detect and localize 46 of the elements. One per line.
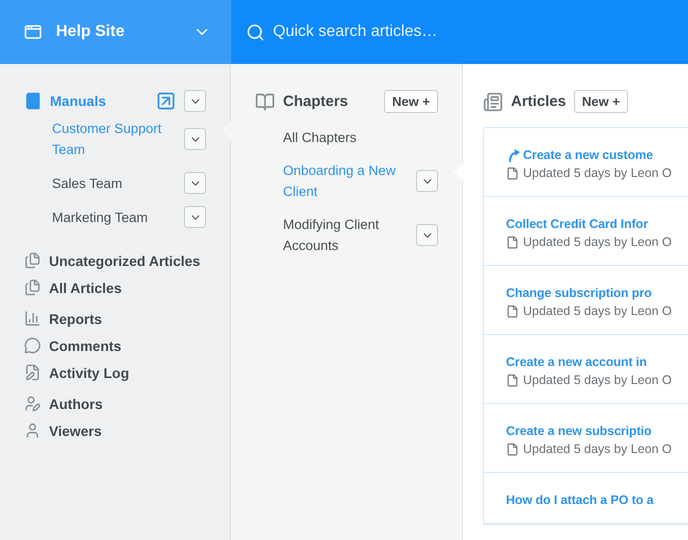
sidebar-item[interactable]: All Articles xyxy=(24,279,206,296)
menu-button[interactable] xyxy=(184,206,206,228)
files-icon xyxy=(24,279,41,296)
open-book-icon xyxy=(255,92,275,112)
sidebar-item[interactable]: Viewers xyxy=(24,422,206,439)
sidebar-item[interactable]: Uncategorized Articles xyxy=(24,252,206,269)
document-icon xyxy=(506,374,519,386)
sidebar-item[interactable]: Reports xyxy=(24,310,206,327)
person-icon xyxy=(24,422,41,439)
document-icon xyxy=(506,442,519,456)
book-icon xyxy=(24,92,42,110)
bar-chart-icon xyxy=(24,310,41,327)
chapter-item[interactable]: All Chapters xyxy=(283,127,438,148)
manual-item[interactable]: Sales Team xyxy=(52,172,176,194)
article-meta: Updated 5 days by Leon O xyxy=(523,304,672,318)
article-meta: Updated 5 days by Leon O xyxy=(523,442,672,456)
window-icon xyxy=(24,23,42,41)
panel-title: Chapters xyxy=(283,93,350,110)
search-icon xyxy=(246,22,265,42)
article-meta: Updated 5 days by Leon O xyxy=(523,166,672,180)
document-icon xyxy=(506,166,519,180)
newspaper-icon xyxy=(483,92,503,112)
article-meta: Updated 5 days by Leon O xyxy=(523,373,672,387)
sidebar-item[interactable]: Activity Log xyxy=(24,364,206,381)
sidebar-item[interactable]: Authors xyxy=(24,395,206,412)
menu-button[interactable] xyxy=(184,90,206,112)
new-button[interactable]: New + xyxy=(384,90,438,113)
menu-button[interactable] xyxy=(184,172,206,194)
article-meta: Updated 5 days by Leon O xyxy=(523,235,672,249)
chapter-item[interactable]: Modifying Client Accounts xyxy=(283,214,408,256)
menu-button[interactable] xyxy=(416,224,438,246)
panel-title: Articles xyxy=(511,93,566,110)
menu-button[interactable] xyxy=(416,170,438,192)
sidebar-item[interactable]: Comments xyxy=(24,337,206,354)
person-pen-icon xyxy=(24,395,41,412)
document-icon xyxy=(506,304,519,318)
search-field[interactable]: Quick search articles… xyxy=(232,0,688,64)
external-link-icon[interactable] xyxy=(156,91,176,111)
document-pen-icon xyxy=(24,364,41,381)
new-button[interactable]: New + xyxy=(574,90,628,113)
menu-button[interactable] xyxy=(184,128,206,150)
speech-bubble-icon xyxy=(24,337,41,354)
search-input[interactable]: Quick search articles… xyxy=(271,22,688,42)
document-icon xyxy=(506,236,519,248)
manual-item[interactable]: Marketing Team xyxy=(52,206,176,228)
files-icon xyxy=(24,252,41,269)
